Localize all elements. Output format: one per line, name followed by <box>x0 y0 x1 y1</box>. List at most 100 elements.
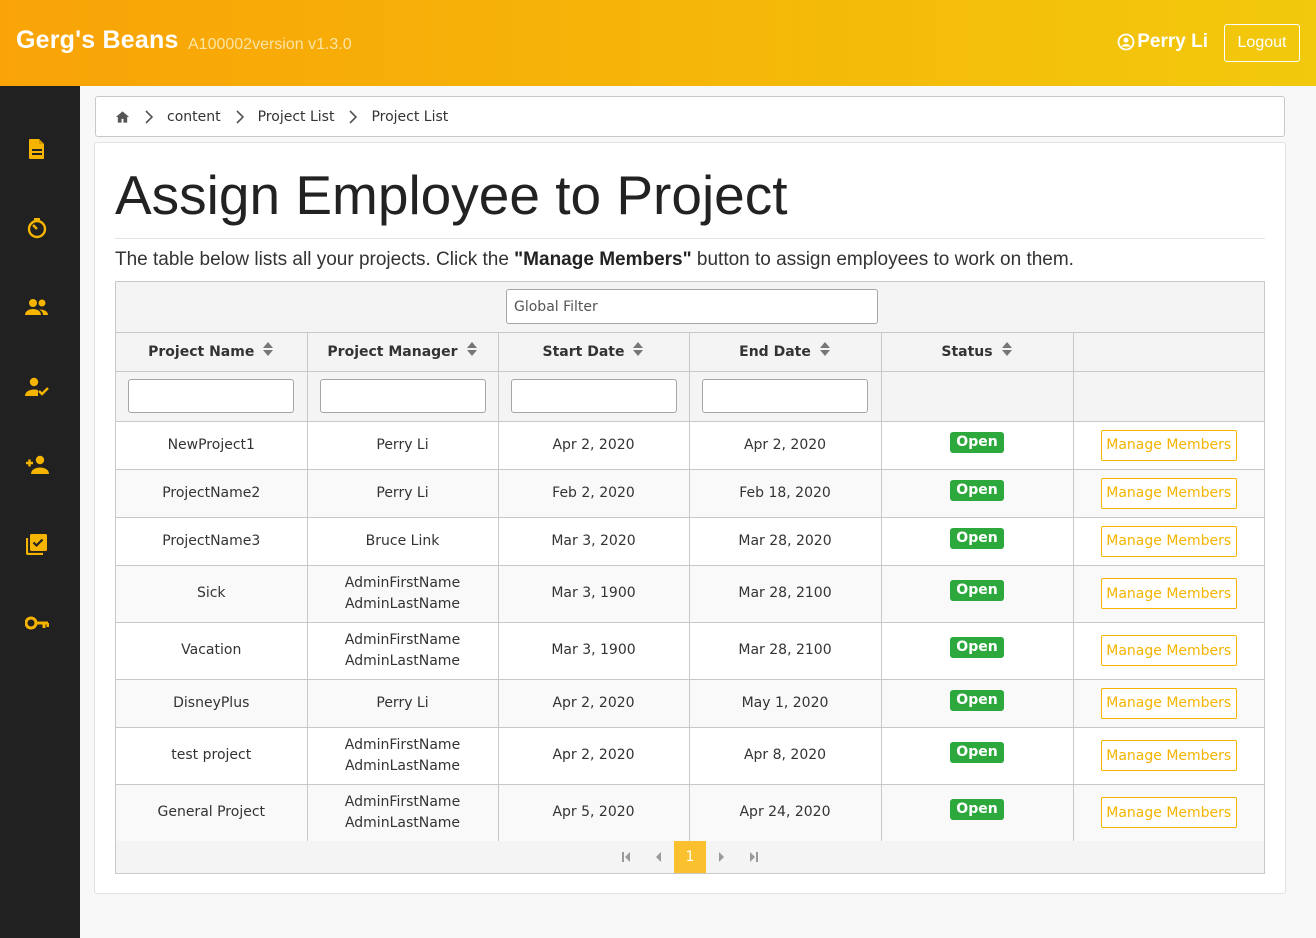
first-page-icon[interactable] <box>610 841 642 873</box>
start-date-cell: Mar 3, 2020 <box>498 517 690 566</box>
end-date-cell: Apr 8, 2020 <box>689 727 882 785</box>
column-filter-cell <box>307 371 499 422</box>
end-date-cell: May 1, 2020 <box>689 679 882 728</box>
next-page-icon[interactable] <box>706 841 738 873</box>
table-row: Sick AdminFirstName AdminLastName Mar 3, 1… <box>116 565 1264 623</box>
column-header-end-date[interactable]: End Date <box>689 333 882 372</box>
end-date-cell: Mar 28, 2020 <box>689 517 882 566</box>
manage-members-button[interactable]: Manage Members <box>1100 635 1237 666</box>
start-date-cell: Feb 2, 2020 <box>498 469 690 518</box>
manage-members-button[interactable]: Manage Members <box>1100 429 1237 461</box>
breadcrumb-item[interactable]: content <box>167 109 221 125</box>
projects-table: Project Name Project Manager Start Date End… <box>115 281 1265 874</box>
manage-members-button[interactable]: Manage Members <box>1100 525 1237 557</box>
status-badge: Open <box>950 799 1004 820</box>
column-header-label: Project Name <box>148 343 255 360</box>
project-manager-cell: AdminFirstName AdminLastName <box>307 622 499 680</box>
manage-members-button[interactable]: Manage Members <box>1100 687 1237 719</box>
status-badge: Open <box>950 637 1004 658</box>
person-add-icon[interactable] <box>24 452 50 478</box>
column-header-start-date[interactable]: Start Date <box>498 333 690 372</box>
description-text: The table below lists all your projects.… <box>115 249 515 270</box>
status-badge: Open <box>950 479 1004 501</box>
column-filter-cell <box>498 371 690 422</box>
breadcrumb-item[interactable]: Project List <box>371 109 448 125</box>
end-date-filter-input[interactable] <box>702 379 868 413</box>
manage-members-button[interactable]: Manage Members <box>1100 477 1237 509</box>
column-header-project-manager[interactable]: Project Manager <box>307 333 499 372</box>
project-manager-filter-input[interactable] <box>319 379 486 413</box>
status-cell: Open <box>881 565 1074 623</box>
table-row: NewProject1 Perry Li Apr 2, 2020 Apr 2, 202… <box>116 421 1264 470</box>
manage-members-button[interactable]: Manage Members <box>1100 797 1237 828</box>
project-name-cell: test project <box>116 727 308 785</box>
project-name-cell: NewProject1 <box>116 421 308 470</box>
end-date-cell: Mar 28, 2100 <box>689 622 882 680</box>
table-row: ProjectName2 Perry Li Feb 2, 2020 Feb 18, 2… <box>116 469 1264 518</box>
start-date-filter-input[interactable] <box>510 379 677 413</box>
version-label: A100002version v1.3.0 <box>188 36 352 53</box>
table-row: General Project AdminFirstName AdminLastN… <box>116 784 1264 842</box>
status-cell: Open <box>881 517 1074 566</box>
column-header-actions <box>1073 333 1264 372</box>
start-date-cell: Apr 5, 2020 <box>498 784 690 842</box>
project-name-filter-input[interactable] <box>128 379 295 413</box>
manage-members-button[interactable]: Manage Members <box>1100 578 1237 609</box>
sort-icon[interactable] <box>262 341 274 361</box>
page-number-button[interactable]: 1 <box>674 841 706 873</box>
sort-icon[interactable] <box>1001 341 1013 361</box>
key-icon[interactable] <box>24 610 50 636</box>
project-manager-cell: AdminFirstName AdminLastName <box>307 565 499 623</box>
top-bar: Gerg's Beans A100002version v1.3.0 Perry… <box>0 0 1316 86</box>
table-row: DisneyPlus Perry Li Apr 2, 2020 May 1, 2020… <box>116 679 1264 728</box>
user-menu[interactable]: Perry Li <box>1117 31 1208 53</box>
table-row: Vacation AdminFirstName AdminLastName Mar … <box>116 622 1264 680</box>
project-manager-cell: Perry Li <box>307 679 499 728</box>
column-filter-cell <box>689 371 882 422</box>
sort-icon[interactable] <box>466 341 478 361</box>
checkbox-icon[interactable] <box>24 531 50 557</box>
global-filter-input[interactable] <box>506 289 878 324</box>
status-badge: Open <box>950 580 1004 601</box>
previous-page-icon[interactable] <box>642 841 674 873</box>
project-name-cell: DisneyPlus <box>116 679 308 728</box>
project-manager-cell: Bruce Link <box>307 517 499 566</box>
brand-logo[interactable]: Gerg's Beans <box>16 26 179 55</box>
home-icon[interactable] <box>115 110 130 124</box>
project-manager-cell: Perry Li <box>307 469 499 518</box>
people-icon[interactable] <box>24 294 50 320</box>
project-manager-cell: Perry Li <box>307 421 499 470</box>
breadcrumb-item[interactable]: Project List <box>258 109 335 125</box>
start-date-cell: Apr 2, 2020 <box>498 679 690 728</box>
document-icon[interactable] <box>24 136 50 162</box>
sort-icon[interactable] <box>819 341 831 361</box>
manage-members-button[interactable]: Manage Members <box>1100 740 1237 771</box>
status-cell: Open <box>881 421 1074 470</box>
status-cell: Open <box>881 727 1074 785</box>
column-filter-cell <box>881 371 1074 422</box>
logout-button[interactable]: Logout <box>1224 24 1300 62</box>
user-circle-icon <box>1117 33 1135 51</box>
start-date-cell: Mar 3, 1900 <box>498 565 690 623</box>
actions-cell: Manage Members <box>1073 784 1264 842</box>
column-header-label: Status <box>941 343 993 360</box>
column-header-project-name[interactable]: Project Name <box>116 333 308 372</box>
start-date-cell: Mar 3, 1900 <box>498 622 690 680</box>
actions-cell: Manage Members <box>1073 565 1264 623</box>
column-filter-cell <box>116 371 308 422</box>
user-name: Perry Li <box>1137 31 1208 52</box>
sort-icon[interactable] <box>632 341 644 361</box>
project-manager-cell: AdminFirstName AdminLastName <box>307 727 499 785</box>
status-badge: Open <box>950 742 1004 763</box>
end-date-cell: Mar 28, 2100 <box>689 565 882 623</box>
timer-icon[interactable] <box>24 215 50 241</box>
end-date-cell: Apr 2, 2020 <box>689 421 882 470</box>
last-page-icon[interactable] <box>738 841 770 873</box>
person-check-icon[interactable] <box>24 374 50 400</box>
status-cell: Open <box>881 469 1074 518</box>
column-filter-cell <box>1073 371 1264 422</box>
column-header-status[interactable]: Status <box>881 333 1074 372</box>
project-name-cell: ProjectName3 <box>116 517 308 566</box>
end-date-cell: Apr 24, 2020 <box>689 784 882 842</box>
header-row: Project Name Project Manager Start Date End… <box>116 333 1264 372</box>
